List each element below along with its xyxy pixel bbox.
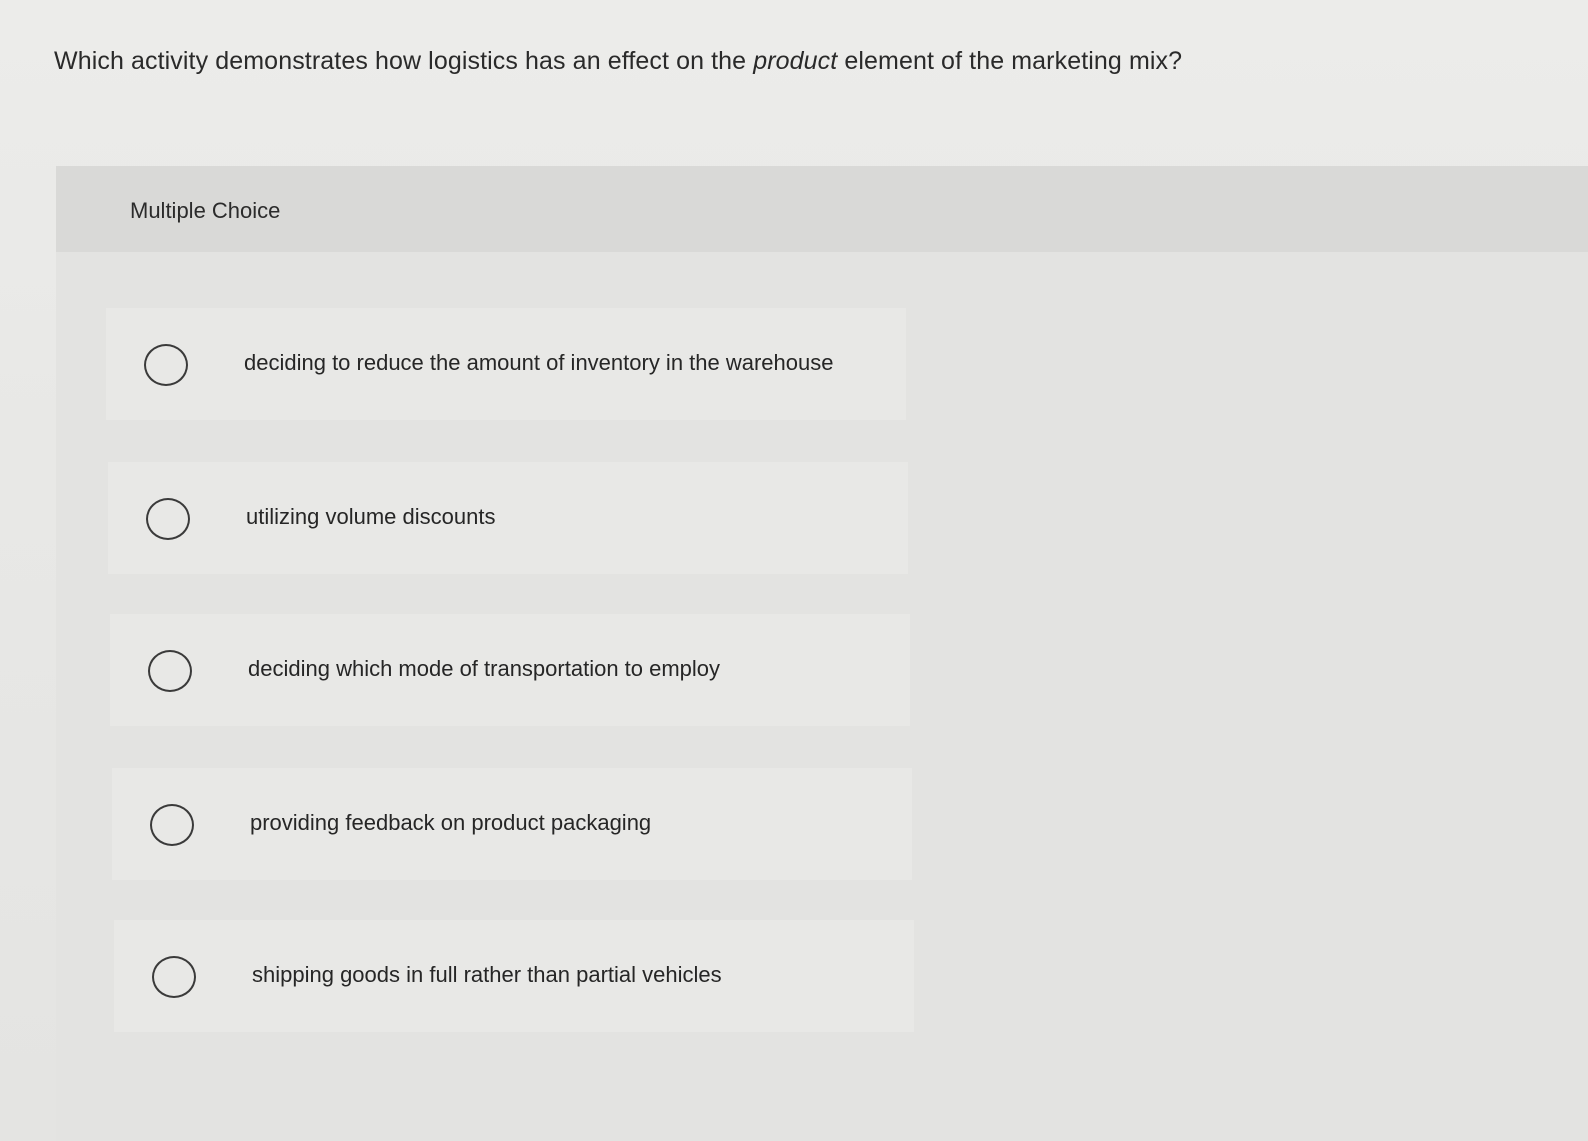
question-prefix: Which activity demonstrates how logistic… bbox=[54, 47, 754, 75]
radio-button[interactable] bbox=[146, 498, 190, 540]
option-3[interactable]: deciding which mode of transportation to… bbox=[110, 614, 910, 726]
multiple-choice-panel: Multiple Choice deciding to reduce the a… bbox=[56, 166, 1588, 1141]
question-suffix: element of the marketing mix? bbox=[837, 47, 1183, 75]
radio-button[interactable] bbox=[150, 804, 194, 846]
option-label: deciding which mode of transportation to… bbox=[248, 656, 721, 681]
option-label: deciding to reduce the amount of invento… bbox=[244, 350, 834, 375]
options-list: deciding to reduce the amount of invento… bbox=[56, 252, 1588, 1141]
page: Which activity demonstrates how logistic… bbox=[0, 0, 1588, 1141]
radio-button[interactable] bbox=[144, 344, 188, 386]
question-text: Which activity demonstrates how logistic… bbox=[54, 44, 1354, 78]
option-label: providing feedback on product packaging bbox=[250, 810, 652, 835]
option-5[interactable]: shipping goods in full rather than parti… bbox=[114, 920, 914, 1032]
option-2[interactable]: utilizing volume discounts bbox=[108, 462, 908, 574]
option-4[interactable]: providing feedback on product packaging bbox=[112, 768, 912, 880]
option-label: utilizing volume discounts bbox=[246, 504, 496, 529]
question-emphasis: product bbox=[753, 47, 838, 75]
multiple-choice-label: Multiple Choice bbox=[130, 198, 281, 223]
option-1[interactable]: deciding to reduce the amount of invento… bbox=[106, 308, 906, 420]
radio-button[interactable] bbox=[148, 650, 192, 692]
option-label: shipping goods in full rather than parti… bbox=[252, 962, 722, 987]
multiple-choice-header: Multiple Choice bbox=[56, 166, 1588, 252]
radio-button[interactable] bbox=[152, 956, 196, 998]
